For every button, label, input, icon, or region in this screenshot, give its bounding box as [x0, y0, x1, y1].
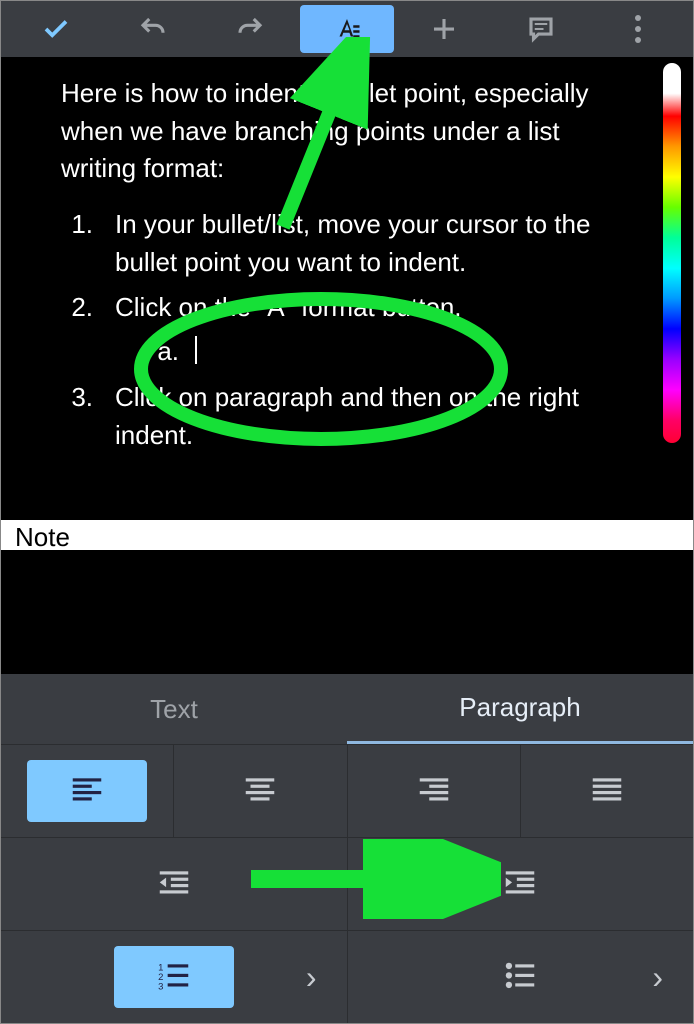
document-page-break: Note — [1, 520, 693, 550]
indent-row — [1, 837, 693, 930]
panel-tabs: Text Paragraph — [1, 674, 693, 744]
align-right-button[interactable] — [347, 745, 520, 837]
chevron-right-icon: › — [306, 959, 317, 996]
numbered-list-button[interactable]: 1 2 3 › — [1, 931, 347, 1023]
list-text[interactable]: Click on the "A" format button. — [115, 292, 462, 322]
align-justify-icon — [588, 772, 626, 810]
chevron-right-icon: › — [652, 959, 663, 996]
comment-icon — [526, 14, 556, 44]
alignment-row — [1, 744, 693, 837]
overflow-menu-button[interactable] — [592, 5, 685, 53]
align-justify-button[interactable] — [520, 745, 693, 837]
tab-label: Text — [150, 694, 198, 725]
tab-label: Paragraph — [459, 692, 580, 723]
format-button[interactable] — [300, 5, 393, 53]
undo-button[interactable] — [106, 5, 199, 53]
redo-icon — [235, 14, 265, 44]
tab-text[interactable]: Text — [1, 674, 347, 744]
align-center-button[interactable] — [173, 745, 346, 837]
list-text[interactable]: Click on paragraph and then on the right… — [115, 379, 633, 454]
increase-indent-button[interactable] — [347, 838, 694, 930]
scroll-indicator[interactable] — [663, 63, 681, 443]
document-area[interactable]: Here is how to indent a bullet point, es… — [1, 57, 693, 480]
check-icon — [41, 14, 71, 44]
indent-increase-icon — [501, 865, 539, 903]
sub-list-letter: a. — [155, 333, 195, 371]
list-item[interactable]: 2. Click on the "A" format button. a. — [61, 289, 633, 370]
editor-toolbar — [1, 1, 693, 57]
align-center-icon — [241, 772, 279, 810]
list-item[interactable]: 1. In your bullet/list, move your cursor… — [61, 206, 633, 281]
align-left-icon — [68, 772, 106, 810]
align-left-button[interactable] — [1, 745, 173, 837]
undo-icon — [138, 14, 168, 44]
indent-decrease-icon — [155, 865, 193, 903]
decrease-indent-button[interactable] — [1, 838, 347, 930]
plus-icon — [429, 14, 459, 44]
comment-button[interactable] — [495, 5, 588, 53]
svg-text:3: 3 — [158, 982, 163, 993]
align-right-icon — [415, 772, 453, 810]
kebab-icon — [635, 15, 641, 43]
sub-list-item[interactable]: a. — [115, 333, 633, 371]
list-number: 2. — [61, 289, 115, 370]
confirm-button[interactable] — [9, 5, 102, 53]
intro-paragraph[interactable]: Here is how to indent a bullet point, es… — [61, 75, 633, 188]
numbered-list-icon: 1 2 3 — [155, 958, 193, 996]
text-format-icon — [332, 14, 362, 44]
note-label: Note — [15, 522, 70, 550]
text-cursor — [195, 336, 197, 364]
bulleted-list-icon — [501, 958, 539, 996]
format-panel: Text Paragraph — [1, 674, 693, 1023]
list-number: 3. — [61, 379, 115, 454]
list-text[interactable]: In your bullet/list, move your cursor to… — [115, 206, 633, 281]
list-number: 1. — [61, 206, 115, 281]
bulleted-list-button[interactable]: › — [347, 931, 694, 1023]
list-style-row: 1 2 3 › › — [1, 930, 693, 1023]
redo-button[interactable] — [203, 5, 296, 53]
list-item[interactable]: 3. Click on paragraph and then on the ri… — [61, 379, 633, 454]
tab-paragraph[interactable]: Paragraph — [347, 674, 693, 744]
insert-button[interactable] — [398, 5, 491, 53]
